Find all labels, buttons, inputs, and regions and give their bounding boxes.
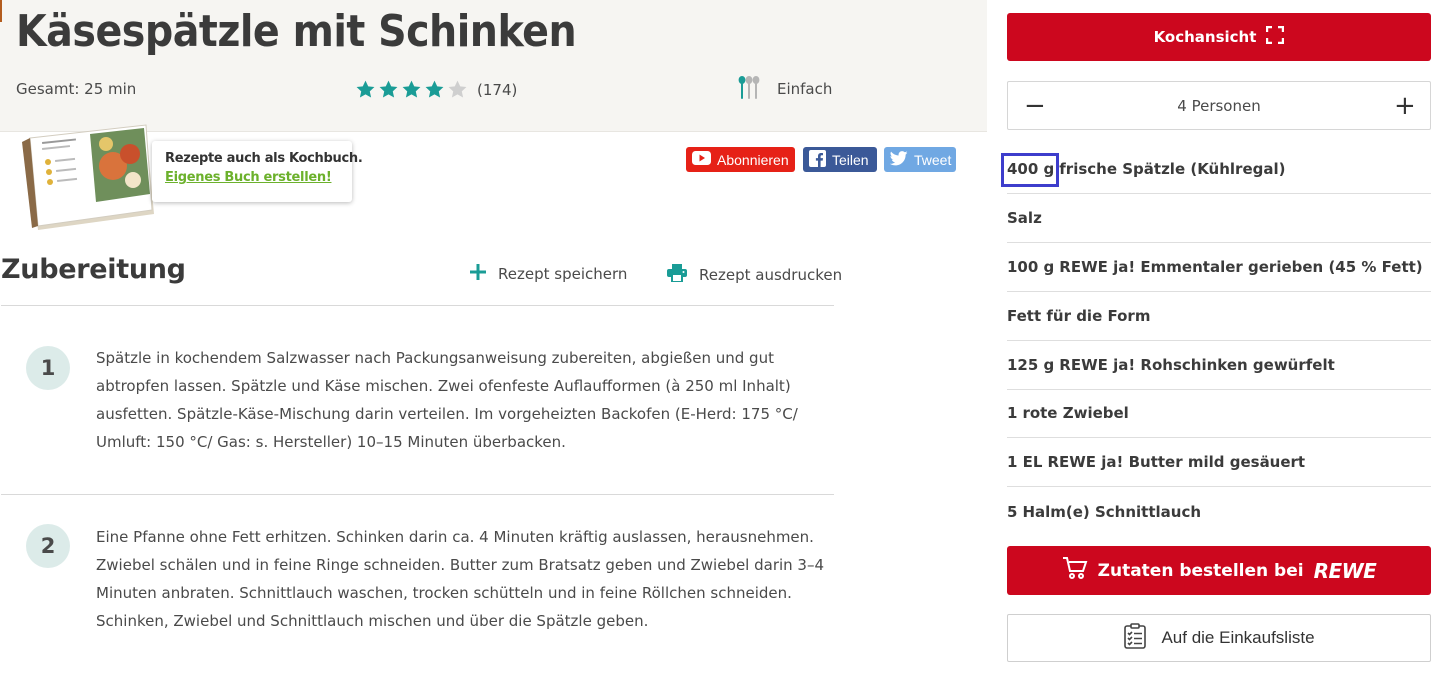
twitter-tweet-button[interactable]: Tweet: [884, 147, 956, 172]
ingredient-name: frische Spätzle (Kühlregal): [1059, 160, 1286, 178]
star-icon: [424, 79, 445, 100]
ingredient-item: 100 g REWE ja! Emmentaler gerieben (45 % …: [1007, 243, 1431, 292]
ingredient-name: Salz: [1007, 209, 1042, 227]
recipe-header: Käsespätzle mit Schinken Gesamt: 25 min …: [0, 0, 987, 132]
ingredient-name: rote Zwiebel: [1022, 404, 1129, 422]
ingredient-name: REWE ja! Emmentaler gerieben (45 % Fett): [1059, 258, 1423, 276]
save-recipe-button[interactable]: Rezept speichern: [470, 264, 627, 284]
twitter-icon: [889, 150, 908, 169]
checklist-icon: [1123, 622, 1147, 654]
facebook-share-button[interactable]: Teilen: [803, 147, 877, 172]
ingredient-item: 5 Halm(e) Schnittlauch: [1007, 487, 1431, 536]
ingredient-name: Halm(e) Schnittlauch: [1022, 502, 1202, 521]
ingredient-item: 400 g frische Spätzle (Kühlregal): [1007, 145, 1431, 194]
difficulty: Einfach: [737, 74, 832, 104]
save-recipe-label: Rezept speichern: [498, 265, 628, 283]
servings-label: 4 Personen: [1177, 96, 1261, 115]
step-number: 1: [26, 346, 70, 390]
decrease-servings-button[interactable]: −: [1024, 93, 1046, 119]
ingredient-name: REWE ja! Butter mild gesäuert: [1047, 453, 1306, 471]
print-recipe-button[interactable]: Rezept ausdrucken: [667, 264, 842, 286]
star-icon: [378, 79, 399, 100]
youtube-icon: [692, 151, 711, 168]
rewe-logo: REWE: [1313, 558, 1377, 583]
ingredient-amount: 125 g: [1007, 356, 1055, 374]
recipe-title: Käsespätzle mit Schinken: [16, 6, 577, 57]
cook-view-button[interactable]: Kochansicht: [1007, 13, 1431, 61]
ingredient-amount: 100 g: [1007, 258, 1055, 276]
ingredient-item: 1 rote Zwiebel: [1007, 389, 1431, 438]
ingredient-name: REWE ja! Rohschinken gewürfelt: [1059, 356, 1335, 374]
rating-count: (174): [477, 80, 518, 99]
header-accent: [0, 0, 2, 22]
twitter-label: Tweet: [914, 151, 952, 168]
divider: [1, 305, 834, 306]
ingredient-amount: 5: [1007, 502, 1018, 521]
order-ingredients-button[interactable]: Zutaten bestellen bei REWE: [1007, 546, 1431, 595]
printer-icon: [667, 264, 687, 286]
preparation-heading: Zubereitung: [1, 254, 186, 285]
star-empty-icon: [447, 79, 468, 100]
ingredient-item: Fett für die Form: [1007, 292, 1431, 341]
cookbook-promo: Rezepte auch als Kochbuch. Eigenes Buch …: [152, 141, 363, 202]
step-text: Eine Pfanne ohne Fett erhitzen. Schinken…: [96, 528, 825, 630]
add-to-shopping-list-button[interactable]: Auf die Einkaufsliste: [1007, 614, 1431, 662]
create-book-link[interactable]: Eigenes Buch erstellen!: [165, 170, 352, 185]
star-icon: [355, 79, 376, 100]
plus-icon: [470, 264, 486, 284]
ingredient-amount: 1: [1007, 404, 1018, 422]
youtube-subscribe-button[interactable]: Abonnieren: [686, 147, 795, 172]
difficulty-label: Einfach: [777, 80, 833, 98]
ingredient-name: Fett für die Form: [1007, 307, 1151, 325]
total-time: Gesamt: 25 min: [16, 80, 137, 98]
ingredient-amount: 1 EL: [1007, 453, 1043, 471]
promo-title: Rezepte auch als Kochbuch.: [165, 151, 363, 166]
fullscreen-icon: [1266, 25, 1285, 48]
spoons-icon: [737, 74, 761, 104]
servings-stepper: − 4 Personen +: [1007, 81, 1431, 130]
shopping-list-label: Auf die Einkaufsliste: [1161, 628, 1315, 647]
star-icon: [401, 79, 422, 100]
rating[interactable]: (174): [355, 79, 517, 100]
ingredient-item: Salz: [1007, 194, 1431, 243]
step-number: 2: [26, 524, 70, 568]
ingredient-item: 1 EL REWE ja! Butter mild gesäuert: [1007, 438, 1431, 487]
facebook-label: Teilen: [832, 151, 869, 168]
divider: [1, 494, 834, 495]
order-label: Zutaten bestellen bei: [1097, 560, 1304, 581]
ingredient-item: 125 g REWE ja! Rohschinken gewürfelt: [1007, 341, 1431, 390]
cook-view-label: Kochansicht: [1153, 28, 1257, 46]
increase-servings-button[interactable]: +: [1394, 93, 1416, 119]
step-text: Spätzle in kochendem Salzwasser nach Pac…: [96, 349, 798, 451]
facebook-icon: [809, 149, 826, 170]
youtube-label: Abonnieren: [717, 151, 789, 168]
print-recipe-label: Rezept ausdrucken: [699, 266, 843, 284]
cookbook-image[interactable]: [8, 124, 158, 232]
ingredient-amount: 400 g: [1007, 160, 1055, 178]
cart-icon: [1062, 556, 1088, 585]
